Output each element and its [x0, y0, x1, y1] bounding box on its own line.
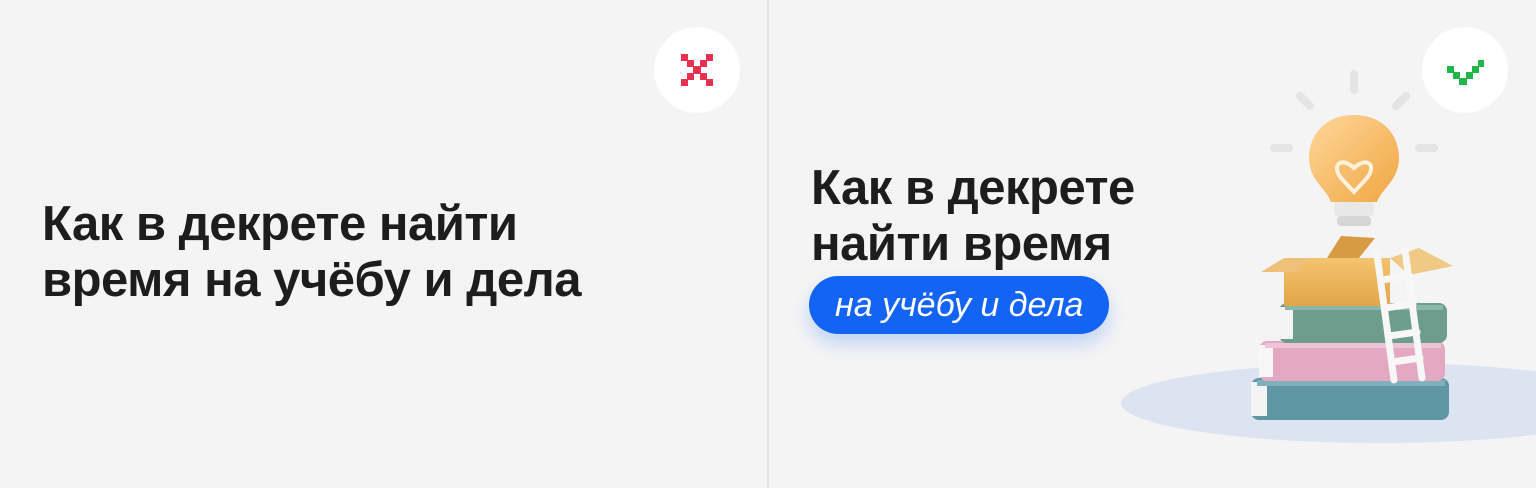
bad-example-panel: Как в декрете найти время на учёбу и дел… — [0, 0, 768, 488]
bad-example-title: Как в декрете найти время на учёбу и дел… — [42, 197, 581, 307]
books-lightbulb-illustration — [1121, 70, 1536, 443]
good-example-panel: Как в декрете найти время на учёбу и дел… — [769, 0, 1536, 488]
check-icon — [1447, 60, 1484, 85]
cross-icon — [681, 54, 713, 86]
good-example-title: Как в декрете найти время — [811, 161, 1135, 271]
correct-badge — [1422, 27, 1508, 113]
incorrect-badge — [654, 27, 740, 113]
highlight-pill: на учёбу и дела — [809, 276, 1110, 334]
